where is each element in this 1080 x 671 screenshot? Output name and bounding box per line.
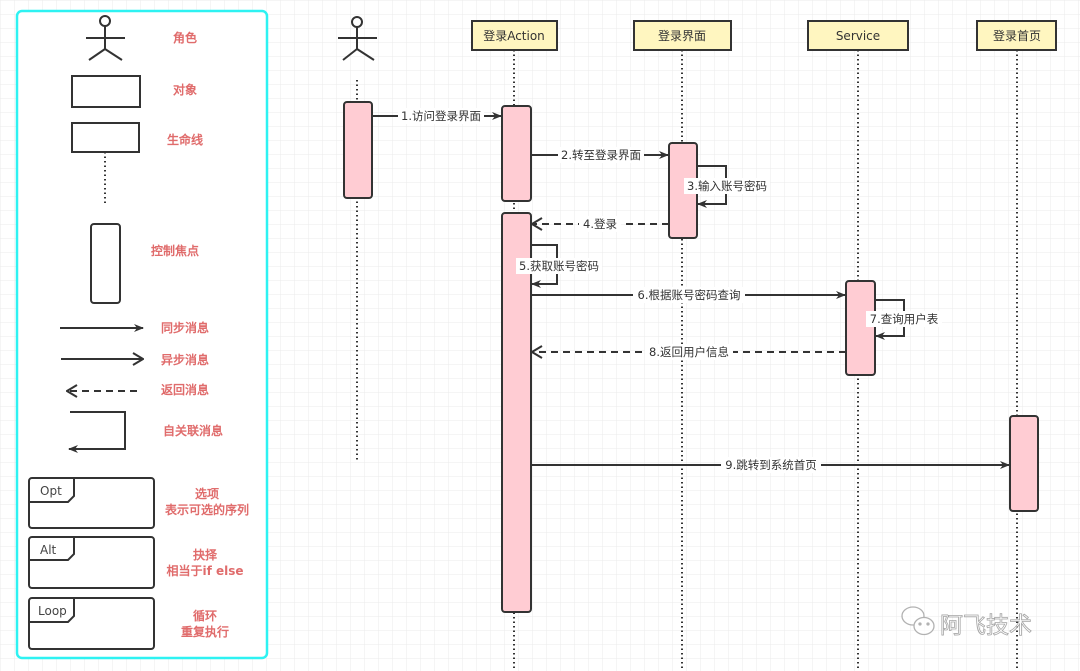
legend-opt-label: 选项	[195, 486, 219, 501]
loop-tag: Loop	[38, 604, 67, 618]
legend-return-label: 返回消息	[161, 382, 209, 397]
legend-alt-desc: 相当于if else	[166, 563, 243, 578]
legend-actor-label: 角色	[173, 30, 197, 45]
message-1: 1.访问登录界面	[401, 109, 481, 123]
participant-home: 登录首页	[993, 28, 1041, 43]
sequence-diagram: 角色 对象 生命线 控制焦点 同步消息 异步消息 返回消息 自关联消息 Opt …	[0, 0, 1080, 671]
message-3: 3.输入账号密码	[687, 179, 767, 193]
message-9: 9.跳转到系统首页	[725, 458, 816, 472]
message-6: 6.根据账号密码查询	[638, 288, 741, 302]
message-2: 2.转至登录界面	[561, 148, 641, 162]
legend-sync-label: 同步消息	[161, 320, 209, 335]
participant-login-ui: 登录界面	[658, 28, 706, 43]
legend-opt-desc: 表示可选的序列	[164, 502, 249, 517]
legend-alt-label: 抉择	[193, 547, 218, 562]
message-4: 4.登录	[583, 217, 617, 231]
legend-object-label: 对象	[173, 82, 197, 97]
participant-service: Service	[836, 29, 880, 43]
message-7: 7.查询用户表	[870, 312, 939, 326]
legend-async-label: 异步消息	[161, 352, 209, 367]
alt-tag: Alt	[40, 543, 57, 557]
participant-action: 登录Action	[483, 28, 545, 43]
legend-self-label: 自关联消息	[163, 423, 223, 438]
legend-panel: 角色 对象 生命线 控制焦点 同步消息 异步消息 返回消息 自关联消息 Opt …	[15, 9, 269, 660]
watermark-text: 阿飞技术	[940, 613, 1032, 639]
legend-loop-label: 循环	[193, 608, 217, 623]
message-5: 5.获取账号密码	[519, 259, 599, 273]
legend-loop-desc: 重复执行	[181, 624, 229, 639]
legend-focus-label: 控制焦点	[151, 243, 199, 258]
message-8: 8.返回用户信息	[649, 345, 729, 359]
legend-lifeline-label: 生命线	[167, 132, 203, 147]
opt-tag: Opt	[40, 484, 62, 498]
